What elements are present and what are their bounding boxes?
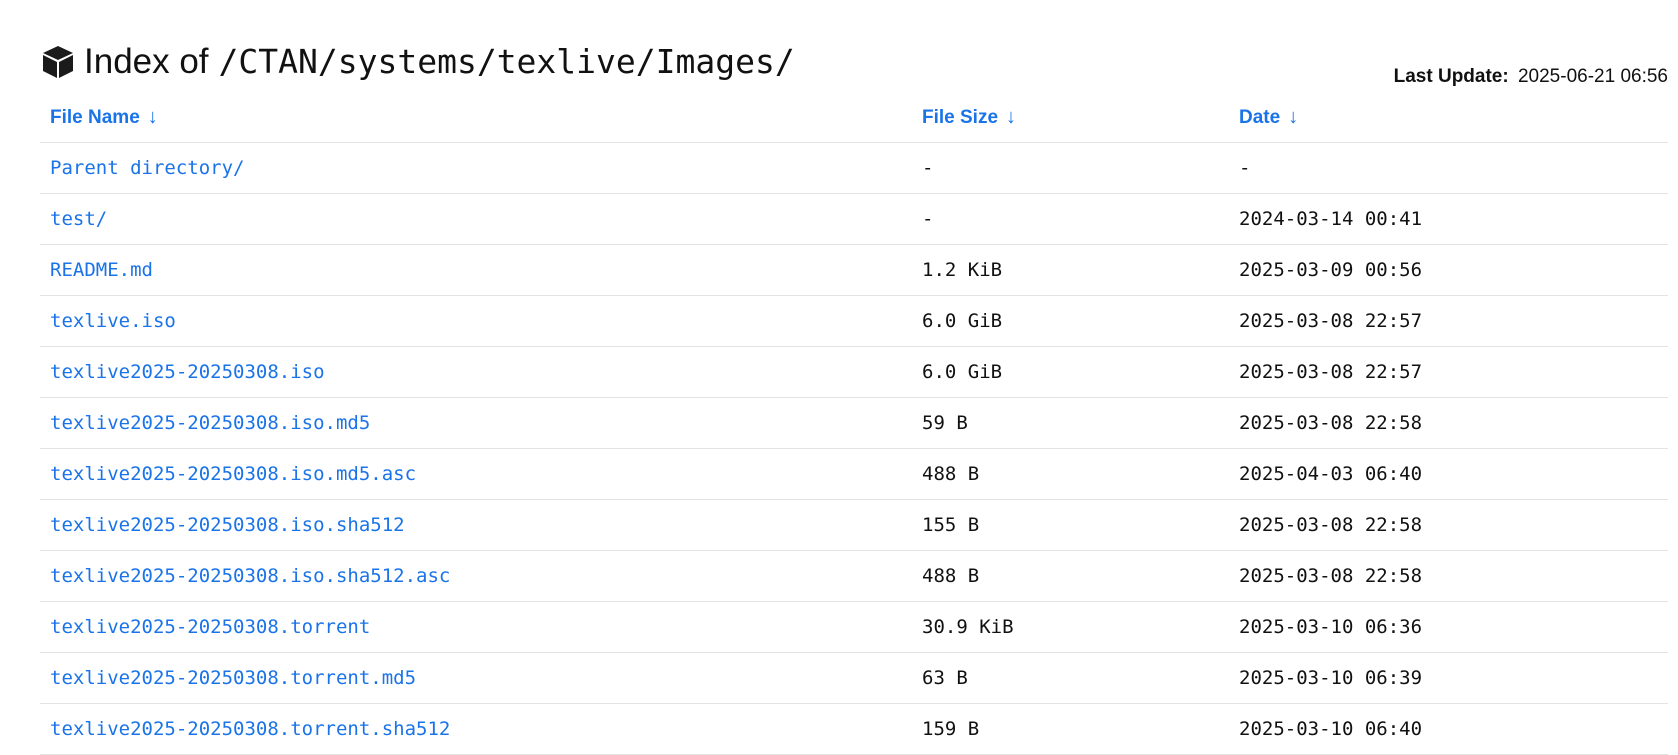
file-date-cell: 2025-03-08 22:57: [1229, 346, 1668, 398]
file-link[interactable]: texlive2025-20250308.iso.sha512.asc: [50, 565, 450, 587]
table-header-row: File Name ↓ File Size ↓ Date ↓: [40, 92, 1668, 143]
file-date-cell: 2024-03-14 00:41: [1229, 193, 1668, 245]
file-link[interactable]: texlive2025-20250308.iso.sha512: [50, 514, 405, 536]
column-header-file-size: File Size ↓: [912, 92, 1229, 143]
file-name-cell: texlive2025-20250308.torrent: [40, 601, 912, 653]
file-date-cell: 2025-04-03 06:40: [1229, 448, 1668, 500]
sort-arrow-down-icon: ↓: [147, 105, 158, 128]
file-size-cell: 488 B: [912, 550, 1229, 602]
sort-by-size-link[interactable]: File Size ↓: [922, 105, 1017, 128]
column-label: Date: [1239, 106, 1281, 128]
file-size-cell: 63 B: [912, 652, 1229, 704]
file-link[interactable]: texlive.iso: [50, 310, 176, 332]
table-header: File Name ↓ File Size ↓ Date ↓: [40, 92, 1668, 143]
file-link[interactable]: texlive2025-20250308.iso: [50, 361, 325, 383]
file-name-cell: texlive.iso: [40, 295, 912, 347]
table-row: texlive2025-20250308.iso.sha512 155 B 20…: [40, 499, 1668, 551]
file-link[interactable]: texlive2025-20250308.iso.md5: [50, 412, 370, 434]
parent-directory-link[interactable]: Parent directory/: [50, 157, 244, 179]
file-date-cell: 2025-03-10 06:40: [1229, 703, 1668, 755]
file-name-cell: texlive2025-20250308.iso.md5: [40, 397, 912, 449]
file-name-cell: texlive2025-20250308.torrent.md5: [40, 652, 912, 704]
sort-by-date-link[interactable]: Date ↓: [1239, 105, 1299, 128]
file-date-cell: 2025-03-08 22:58: [1229, 397, 1668, 449]
file-link[interactable]: texlive2025-20250308.torrent.sha512: [50, 718, 450, 740]
table-body: Parent directory/ - - test/ - 2024-03-14…: [40, 142, 1668, 755]
file-size-cell: 30.9 KiB: [912, 601, 1229, 653]
last-update-label: Last Update:: [1393, 66, 1509, 87]
last-update-value: 2025-06-21 06:56: [1517, 66, 1668, 87]
file-table: File Name ↓ File Size ↓ Date ↓ Parent direc…: [40, 92, 1668, 755]
file-size-cell: -: [912, 193, 1229, 245]
directory-listing: Index of /CTAN/systems/texlive/Images/ L…: [40, 36, 1668, 755]
last-update: Last Update: 2025-06-21 06:56: [1394, 66, 1668, 88]
file-name-cell: texlive2025-20250308.iso.md5.asc: [40, 448, 912, 500]
table-row: test/ - 2024-03-14 00:41: [40, 193, 1668, 245]
file-size-cell: 155 B: [912, 499, 1229, 551]
file-name-cell: texlive2025-20250308.torrent.sha512: [40, 703, 912, 755]
file-size-cell: 6.0 GiB: [912, 346, 1229, 398]
sort-by-name-link[interactable]: File Name ↓: [50, 105, 158, 128]
table-row: texlive2025-20250308.torrent.sha512 159 …: [40, 703, 1668, 755]
file-link[interactable]: README.md: [50, 259, 153, 281]
table-row: texlive.iso 6.0 GiB 2025-03-08 22:57: [40, 295, 1668, 347]
sort-arrow-down-icon: ↓: [1006, 105, 1017, 128]
column-header-date: Date ↓: [1229, 92, 1668, 143]
file-name-cell: texlive2025-20250308.iso.sha512: [40, 499, 912, 551]
file-size-cell: 1.2 KiB: [912, 244, 1229, 296]
file-date-cell: -: [1229, 142, 1668, 194]
table-row: Parent directory/ - -: [40, 142, 1668, 194]
file-name-cell: Parent directory/: [40, 142, 912, 194]
file-date-cell: 2025-03-09 00:56: [1229, 244, 1668, 296]
file-size-cell: 59 B: [912, 397, 1229, 449]
file-link[interactable]: texlive2025-20250308.torrent: [50, 616, 370, 638]
table-row: texlive2025-20250308.iso 6.0 GiB 2025-03…: [40, 346, 1668, 398]
file-date-cell: 2025-03-10 06:36: [1229, 601, 1668, 653]
file-name-cell: texlive2025-20250308.iso.sha512.asc: [40, 550, 912, 602]
table-row: README.md 1.2 KiB 2025-03-09 00:56: [40, 244, 1668, 296]
file-name-cell: texlive2025-20250308.iso: [40, 346, 912, 398]
column-label: File Name: [50, 106, 140, 128]
file-link[interactable]: texlive2025-20250308.torrent.md5: [50, 667, 416, 689]
file-date-cell: 2025-03-10 06:39: [1229, 652, 1668, 704]
title-prefix: Index of: [84, 42, 209, 81]
box-icon: [40, 44, 76, 80]
page-title: Index of /CTAN/systems/texlive/Images/: [40, 40, 795, 84]
file-size-cell: 488 B: [912, 448, 1229, 500]
table-row: texlive2025-20250308.iso.sha512.asc 488 …: [40, 550, 1668, 602]
file-link[interactable]: test/: [50, 208, 107, 230]
file-name-cell: test/: [40, 193, 912, 245]
file-name-cell: README.md: [40, 244, 912, 296]
table-row: texlive2025-20250308.torrent 30.9 KiB 20…: [40, 601, 1668, 653]
file-date-cell: 2025-03-08 22:58: [1229, 550, 1668, 602]
table-row: texlive2025-20250308.torrent.md5 63 B 20…: [40, 652, 1668, 704]
file-size-cell: 159 B: [912, 703, 1229, 755]
file-size-cell: 6.0 GiB: [912, 295, 1229, 347]
sort-arrow-down-icon: ↓: [1288, 105, 1299, 128]
file-size-cell: -: [912, 142, 1229, 194]
file-date-cell: 2025-03-08 22:57: [1229, 295, 1668, 347]
column-label: File Size: [922, 106, 999, 128]
file-date-cell: 2025-03-08 22:58: [1229, 499, 1668, 551]
table-row: texlive2025-20250308.iso.md5 59 B 2025-0…: [40, 397, 1668, 449]
column-header-file-name: File Name ↓: [40, 92, 912, 143]
file-link[interactable]: texlive2025-20250308.iso.md5.asc: [50, 463, 416, 485]
directory-path: /CTAN/systems/texlive/Images/: [218, 42, 795, 81]
page-header: Index of /CTAN/systems/texlive/Images/ L…: [40, 36, 1668, 92]
table-row: texlive2025-20250308.iso.md5.asc 488 B 2…: [40, 448, 1668, 500]
